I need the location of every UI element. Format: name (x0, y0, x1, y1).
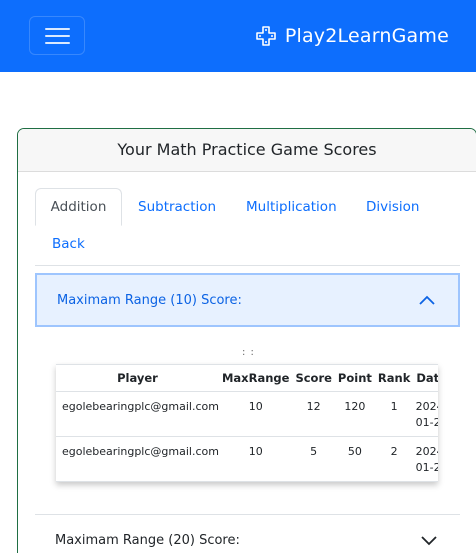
date-part: 2024- (415, 445, 438, 458)
game-tabs: Addition Subtraction Multiplication Divi… (35, 188, 460, 266)
col-header-score: Score (292, 364, 335, 392)
cell-player: egolebearingplc@gmail.com (56, 391, 219, 437)
date-part: 2024- (415, 400, 438, 413)
col-header-player: Player (56, 364, 219, 392)
tab-addition[interactable]: Addition (35, 188, 122, 226)
brand-link[interactable]: Play2LearnGame (255, 22, 449, 50)
tab-subtraction[interactable]: Subtraction (138, 188, 216, 226)
table-header-row: Player MaxRange Score Point Rank Date (56, 364, 438, 392)
cell-date: 2024- 01-23 (413, 391, 438, 437)
cell-rank: 2 (374, 436, 414, 482)
cell-player: egolebearingplc@gmail.com (56, 436, 219, 482)
cell-point: 120 (334, 391, 375, 437)
accordion-item-range-20: Maximam Range (20) Score: (35, 514, 460, 553)
navbar: Play2LearnGame (0, 0, 476, 72)
accordion-button-range-10[interactable]: Maximam Range (10) Score: (35, 273, 460, 327)
scores-card: Your Math Practice Game Scores Addition … (17, 128, 476, 553)
tab-division[interactable]: Division (366, 188, 420, 226)
cell-rank: 1 (374, 391, 414, 437)
col-header-rank: Rank (374, 364, 414, 392)
tab-multiplication[interactable]: Multiplication (246, 188, 337, 226)
chevron-up-icon (419, 295, 435, 305)
accordion-label: Maximam Range (20) Score: (55, 532, 240, 548)
accordion-label: Maximam Range (10) Score: (57, 292, 242, 308)
chevron-down-icon (421, 536, 437, 546)
table-row: egolebearingplc@gmail.com 10 12 120 1 20… (56, 391, 438, 437)
table-row: egolebearingplc@gmail.com 10 5 50 2 2024… (56, 436, 438, 482)
cell-score: 5 (292, 436, 335, 482)
hamburger-icon (45, 28, 70, 30)
date-part: 01-23 (415, 416, 438, 429)
gamepad-icon (256, 26, 276, 46)
card-title: Your Math Practice Game Scores (18, 129, 476, 172)
cell-maxrange: 10 (218, 436, 293, 482)
accordion-button-range-20[interactable]: Maximam Range (20) Score: (35, 515, 460, 553)
date-part: 01-23 (415, 461, 438, 474)
brand-name: Play2LearnGame (284, 25, 449, 47)
menu-toggle-button[interactable] (29, 16, 85, 55)
col-header-point: Point (334, 364, 375, 392)
table-dots: : : (242, 347, 255, 358)
tab-back[interactable]: Back (52, 234, 85, 254)
accordion-item-range-10: Maximam Range (10) Score: (35, 273, 460, 327)
cell-point: 50 (334, 436, 375, 482)
col-header-date: Date (413, 364, 438, 392)
hamburger-icon (45, 42, 70, 44)
cell-date: 2024- 01-23 (413, 436, 438, 482)
scores-table: Player MaxRange Score Point Rank Date eg… (56, 364, 438, 482)
hamburger-icon (45, 35, 70, 37)
cell-maxrange: 10 (218, 391, 293, 437)
cell-score: 12 (292, 391, 335, 437)
col-header-maxrange: MaxRange (218, 364, 293, 392)
